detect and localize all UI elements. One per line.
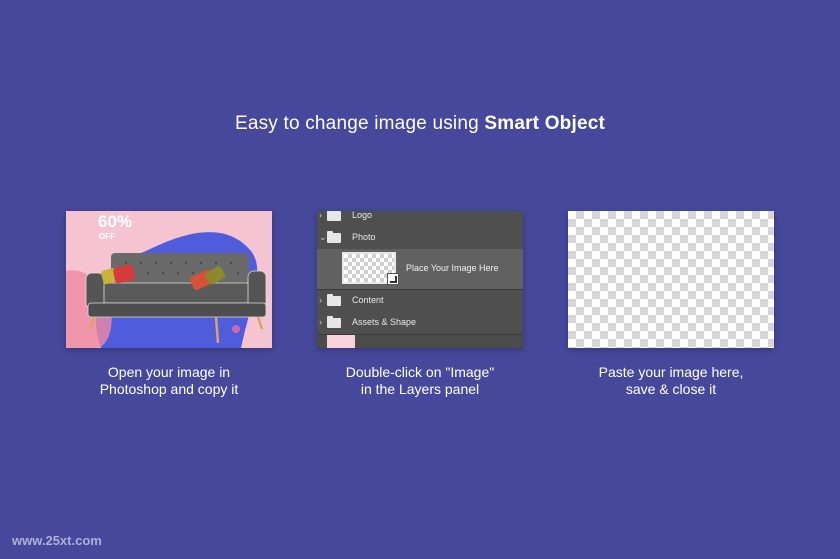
sample-product-image: 60% OFF xyxy=(66,211,272,348)
page-headline: Easy to change image using Smart Object xyxy=(0,113,840,135)
chevron-right-icon[interactable]: › xyxy=(319,211,322,220)
step1-caption-line1: Open your image in xyxy=(107,364,231,380)
chevron-down-icon[interactable]: ⌄ xyxy=(319,232,327,243)
layer-content[interactable]: › Content xyxy=(317,290,523,313)
step2-caption-line1: Double-click on "Image" xyxy=(345,364,495,380)
chevron-right-icon[interactable]: › xyxy=(319,317,322,327)
layer-content-label: Content xyxy=(352,295,384,305)
folder-open-icon xyxy=(327,231,341,243)
layer-photo[interactable]: ⌄ Photo xyxy=(317,227,523,250)
layer-assets[interactable]: › Assets & Shape xyxy=(317,312,523,335)
layer-photo-label: Photo xyxy=(352,232,376,242)
discount-percent: 60% xyxy=(98,212,132,231)
layer-color-swatch xyxy=(327,335,355,348)
sofa-promo-illustration: 60% OFF xyxy=(66,211,272,348)
step1-caption: Open your image in Photoshop and copy it xyxy=(66,364,272,398)
step2-caption-line2: in the Layers panel xyxy=(360,381,480,397)
smart-object-icon xyxy=(387,273,399,285)
layers-panel: › Logo ⌄ Photo Place Your Image Here › C… xyxy=(317,211,523,348)
layer-smart-object[interactable]: Place Your Image Here xyxy=(317,249,523,290)
watermark: www.25xt.com xyxy=(12,533,102,548)
headline-bold: Smart Object xyxy=(484,113,606,134)
folder-icon xyxy=(327,294,341,306)
layer-logo-label: Logo xyxy=(352,211,373,220)
smart-object-label: Place Your Image Here xyxy=(406,263,499,273)
folder-icon xyxy=(327,211,341,221)
step3-caption-line2: save & close it xyxy=(625,381,717,397)
layer-logo[interactable]: › Logo xyxy=(317,211,523,228)
step1-caption-line2: Photoshop and copy it xyxy=(99,381,239,397)
headline-text: Easy to change image using xyxy=(234,113,485,134)
step2-caption: Double-click on "Image" in the Layers pa… xyxy=(317,364,523,398)
layer-assets-label: Assets & Shape xyxy=(352,317,417,327)
step3-caption: Paste your image here, save & close it xyxy=(568,364,774,398)
chevron-right-icon[interactable]: › xyxy=(319,295,322,305)
transparent-canvas xyxy=(568,211,774,348)
step3-caption-line1: Paste your image here, xyxy=(598,364,744,380)
folder-icon xyxy=(327,316,341,328)
discount-off: OFF xyxy=(99,232,115,241)
